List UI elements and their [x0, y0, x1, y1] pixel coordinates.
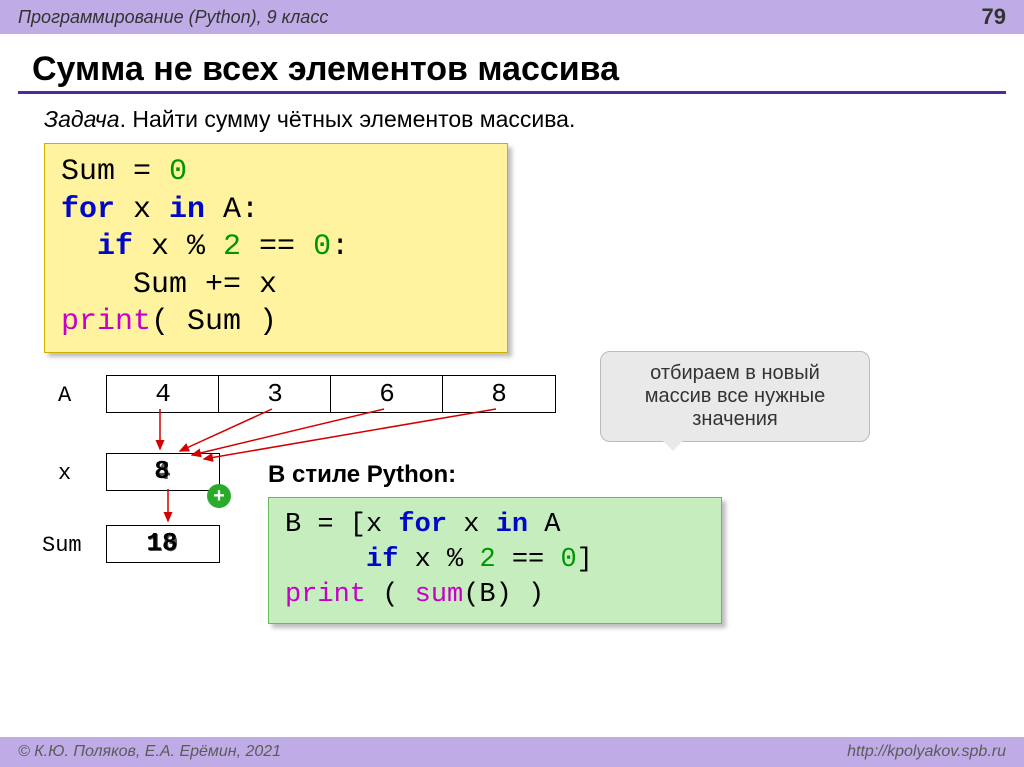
code-block-2: B = [x for x in A if x % 2 == 0] print (…	[268, 497, 722, 624]
page-number: 79	[982, 4, 1006, 30]
code-block-1: Sum = 0 for x in A: if x % 2 == 0: Sum +…	[44, 143, 508, 353]
slide-footer: © К.Ю. Поляков, Е.А. Ерёмин, 2021 http:/…	[0, 737, 1024, 767]
trace-diagram: A 4 3 6 8 x 4 8 + Sum 10 18 отбираем в н…	[0, 371, 1024, 661]
array-cell-3: 8	[442, 375, 556, 413]
slide-header: Программирование (Python), 9 класс 79	[0, 0, 1024, 34]
array-cell-0: 4	[106, 375, 220, 413]
x-current: 8	[116, 453, 208, 489]
array-cell-1: 3	[218, 375, 332, 413]
callout-note: отбираем в новый массив все нужные значе…	[600, 351, 870, 442]
slide-title: Сумма не всех элементов массива	[32, 50, 1024, 89]
copyright: © К.Ю. Поляков, Е.А. Ерёмин, 2021	[18, 743, 281, 761]
task-text: . Найти сумму чётных элементов массива.	[120, 106, 576, 132]
sum-current: 18	[122, 525, 202, 561]
course-title: Программирование (Python), 9 класс	[18, 7, 328, 28]
label-Sum: Sum	[42, 533, 82, 558]
label-x: x	[58, 461, 71, 486]
task-label: Задача	[44, 106, 120, 132]
title-rule	[18, 91, 1006, 94]
python-style-label: В стиле Python:	[268, 461, 456, 489]
label-A: A	[58, 383, 71, 408]
plus-icon: +	[207, 484, 231, 508]
array-cell-2: 6	[330, 375, 444, 413]
task-line: Задача. Найти сумму чётных элементов мас…	[44, 106, 1024, 133]
footer-url: http://kpolyakov.spb.ru	[847, 743, 1006, 761]
